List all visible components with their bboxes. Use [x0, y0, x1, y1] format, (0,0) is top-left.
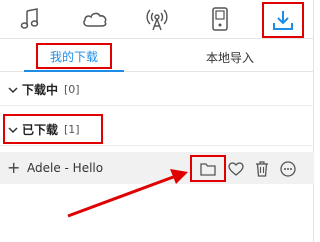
chevron-down-icon [8, 86, 18, 93]
song-row[interactable]: + Adele - Hello [0, 152, 314, 184]
group-title: 下载中 [22, 83, 59, 97]
group-count: [1] [64, 123, 80, 136]
group-title: 已下载 [22, 123, 59, 137]
group-downloading[interactable]: 下载中 [0] [0, 74, 314, 106]
cloud-icon[interactable] [75, 4, 115, 34]
tab-local-import[interactable]: 本地导入 [190, 46, 270, 68]
trash-icon[interactable] [253, 160, 271, 178]
radio-icon[interactable] [137, 4, 177, 34]
tab-my-downloads[interactable]: 我的下载 [36, 43, 112, 69]
device-icon[interactable] [200, 4, 240, 34]
download-icon[interactable] [262, 2, 304, 38]
music-note-icon[interactable] [10, 4, 50, 34]
heart-icon[interactable] [227, 160, 245, 178]
group-count: [0] [64, 83, 80, 96]
download-panel: 我的下载 本地导入 下载中 [0] 已下载 [1] + Adele - Hell… [0, 0, 314, 242]
group-downloaded[interactable]: 已下载 [1] [0, 114, 314, 146]
add-icon[interactable]: + [7, 160, 21, 176]
more-icon[interactable] [279, 160, 297, 178]
top-icon-bar [0, 0, 314, 39]
folder-icon[interactable] [199, 160, 217, 178]
song-title: Adele - Hello [27, 161, 104, 175]
chevron-down-icon [8, 126, 18, 133]
tab-active-indicator [24, 70, 124, 72]
